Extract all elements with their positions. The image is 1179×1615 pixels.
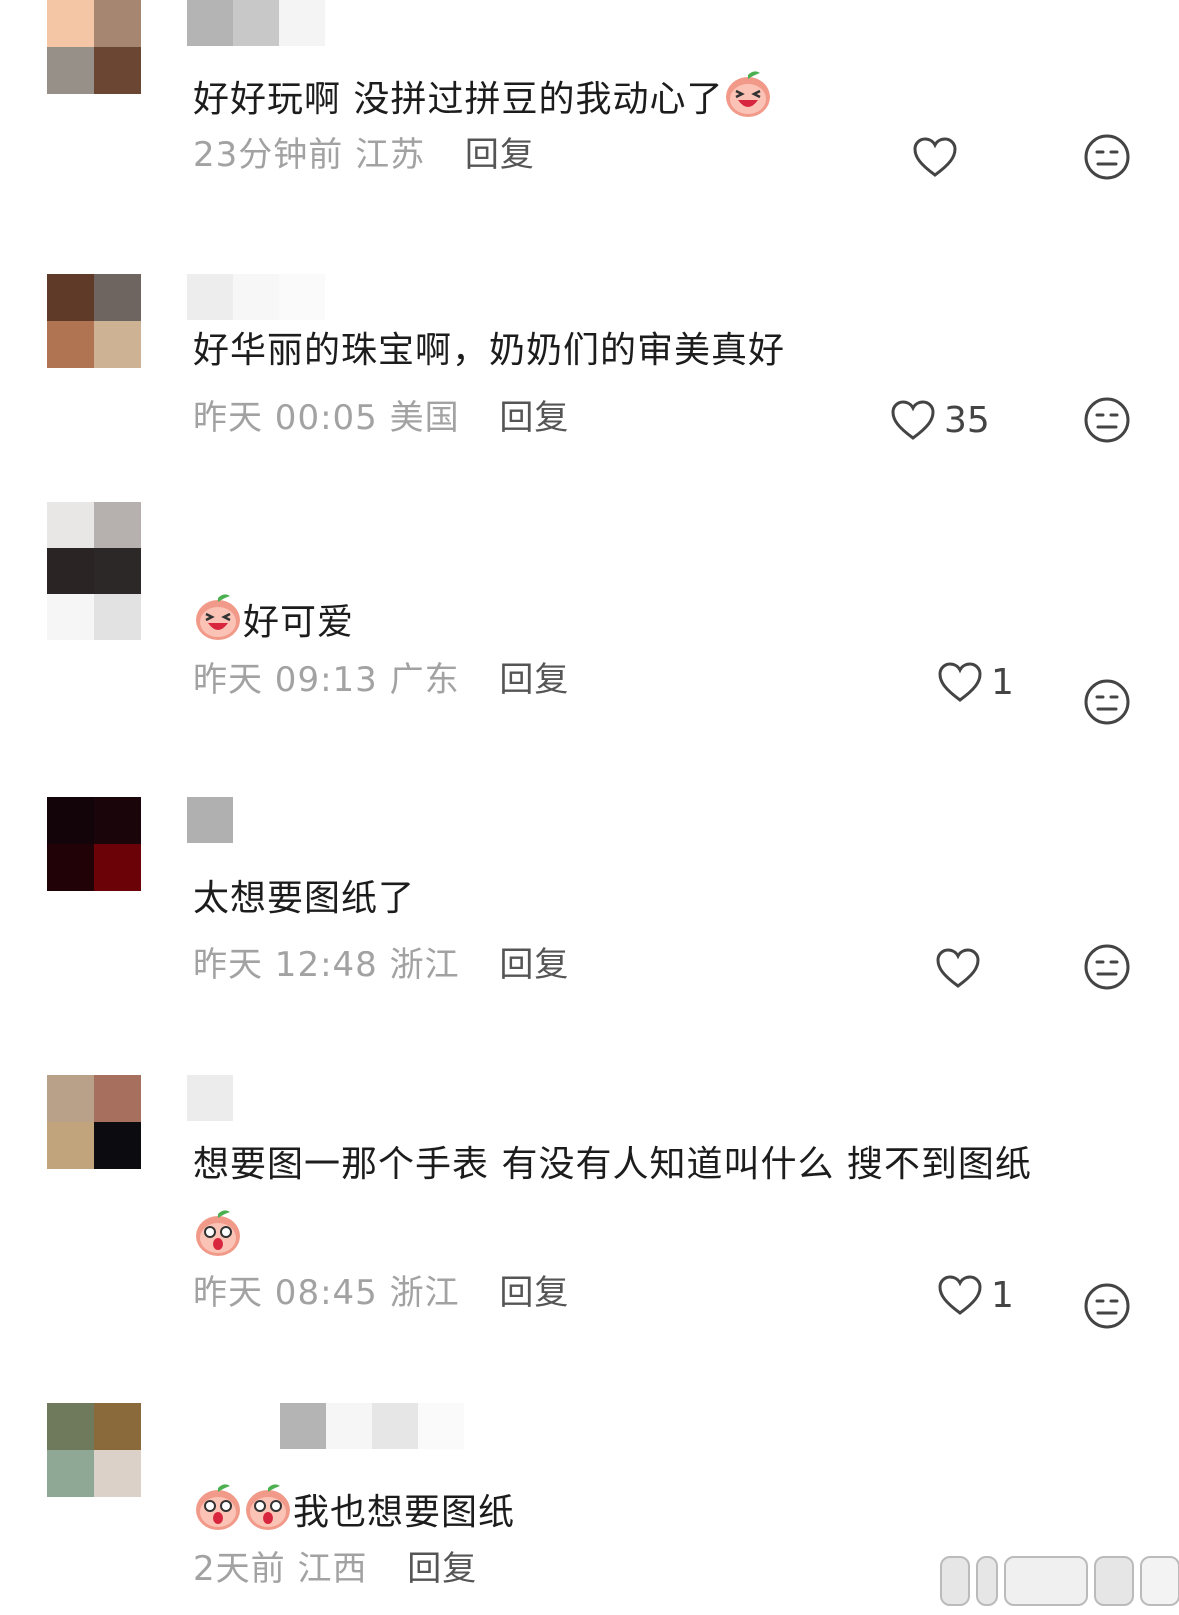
peach-surprised-sticker: [196, 1210, 240, 1256]
avatar-pixel: [94, 1075, 141, 1122]
avatar[interactable]: [47, 0, 141, 94]
comment-text-sticker: [193, 1206, 243, 1262]
comment-time: 昨天 00:05: [193, 398, 378, 438]
meh-face-icon[interactable]: [1083, 133, 1131, 181]
comment-location: 浙江: [389, 1273, 460, 1313]
avatar-pixel: [47, 1122, 94, 1169]
heart-outline-icon: [938, 662, 982, 702]
avatar-pixel: [94, 274, 141, 321]
comment-meta: 2天前 江西 回复: [193, 1547, 477, 1591]
avatar-pixel: [47, 797, 94, 844]
meh-face-icon[interactable]: [1083, 396, 1131, 444]
comment-meta: 昨天 09:13 广东 回复: [193, 658, 569, 702]
avatar-pixel: [94, 548, 141, 594]
comment-text: 想要图一那个手表 有没有人知道叫什么 搜不到图纸: [193, 1144, 1032, 1185]
comment-meta: 昨天 08:45 浙江 回复: [193, 1271, 569, 1315]
comment-location: 广东: [389, 660, 460, 700]
peach-laughing-sticker: [726, 71, 771, 117]
avatar[interactable]: [47, 1403, 141, 1497]
avatar[interactable]: [47, 797, 141, 891]
comment-location: 美国: [389, 398, 460, 438]
username-redacted[interactable]: [187, 797, 233, 843]
avatar-pixel: [47, 1450, 94, 1497]
comment-location: 江苏: [355, 135, 426, 175]
like-button[interactable]: [935, 943, 989, 993]
avatar[interactable]: [47, 1075, 141, 1169]
reply-button[interactable]: 回复: [499, 660, 569, 700]
username-redacted[interactable]: [280, 1403, 464, 1449]
avatar-pixel: [47, 274, 94, 321]
comment-time: 昨天 12:48: [193, 945, 378, 985]
comment-meta: 昨天 00:05 美国 回复: [193, 396, 569, 440]
like-button[interactable]: 1: [937, 657, 1014, 707]
username-redacted[interactable]: [187, 1075, 233, 1121]
avatar-pixel: [94, 797, 141, 844]
meh-face-icon[interactable]: [1083, 678, 1131, 726]
avatar-pixel: [47, 1403, 94, 1450]
comment-time: 2天前: [193, 1549, 286, 1589]
like-count: 1: [991, 1274, 1014, 1316]
avatar-pixel: [94, 1450, 141, 1497]
meh-face-icon[interactable]: [1083, 943, 1131, 991]
peach-surprised-sticker: [246, 1484, 290, 1530]
avatar-pixel: [47, 321, 94, 368]
like-button[interactable]: [912, 132, 966, 182]
reply-button[interactable]: 回复: [407, 1549, 477, 1589]
meh-face-icon[interactable]: [1083, 1282, 1131, 1330]
username-redacted[interactable]: [187, 0, 325, 46]
avatar-pixel: [94, 844, 141, 891]
avatar-pixel: [94, 502, 141, 548]
heart-outline-icon: [913, 137, 957, 177]
comment-text: 好可爱: [193, 590, 354, 646]
avatar-pixel: [94, 594, 141, 640]
heart-outline-icon: [938, 1275, 982, 1315]
comment-time: 23分钟前: [193, 135, 344, 175]
username-redacted[interactable]: [187, 274, 325, 320]
comment-location: 江西: [297, 1549, 368, 1589]
like-count: 1: [991, 661, 1014, 703]
reply-button[interactable]: 回复: [499, 945, 569, 985]
avatar[interactable]: [47, 274, 141, 368]
avatar[interactable]: [47, 502, 141, 640]
comment-meta: 23分钟前 江苏 回复: [193, 133, 535, 177]
comment-location: 浙江: [389, 945, 460, 985]
avatar-pixel: [47, 844, 94, 891]
avatar-pixel: [47, 47, 94, 94]
like-button[interactable]: 35: [890, 395, 990, 445]
avatar-pixel: [47, 502, 94, 548]
comment-time: 昨天 08:45: [193, 1273, 378, 1313]
reply-button[interactable]: 回复: [465, 135, 535, 175]
avatar-pixel: [47, 548, 94, 594]
comment-meta: 昨天 12:48 浙江 回复: [193, 943, 569, 987]
comment-text: 太想要图纸了: [193, 878, 416, 919]
reply-button[interactable]: 回复: [499, 398, 569, 438]
comment-text: 好华丽的珠宝啊，奶奶们的审美真好: [193, 330, 786, 371]
avatar-pixel: [94, 47, 141, 94]
like-button[interactable]: 1: [937, 1270, 1014, 1320]
comment-text: 我也想要图纸: [193, 1480, 515, 1536]
heart-outline-icon: [936, 948, 980, 988]
comment-time: 昨天 09:13: [193, 660, 378, 700]
avatar-pixel: [94, 0, 141, 47]
avatar-pixel: [47, 0, 94, 47]
reply-button[interactable]: 回复: [499, 1273, 569, 1313]
comment-text: 好好玩啊 没拼过拼豆的我动心了: [193, 67, 773, 123]
peach-surprised-sticker: [196, 1484, 240, 1530]
peach-laughing-sticker: [196, 594, 240, 640]
heart-outline-icon: [891, 400, 935, 440]
avatar-pixel: [47, 594, 94, 640]
avatar-pixel: [94, 321, 141, 368]
avatar-pixel: [47, 1075, 94, 1122]
avatar-pixel: [94, 1403, 141, 1450]
like-count: 35: [944, 399, 990, 441]
watermark: [940, 1556, 1179, 1606]
avatar-pixel: [94, 1122, 141, 1169]
